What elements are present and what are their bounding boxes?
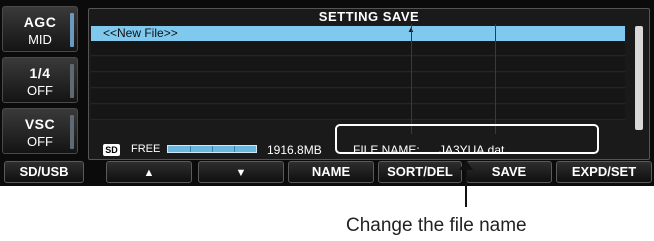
down-button[interactable]: ▼: [198, 161, 284, 183]
file-name-label: FILE NAME:: [353, 143, 420, 157]
file-row[interactable]: [91, 105, 625, 120]
agc-button[interactable]: AGC MID: [2, 6, 78, 52]
agc-value: MID: [28, 32, 52, 47]
capacity-bar: [167, 145, 257, 153]
file-row[interactable]: [91, 73, 625, 88]
free-space-value: 1916.8MB: [267, 143, 322, 157]
quarter-button[interactable]: 1/4 OFF: [2, 57, 78, 103]
expd-set-button[interactable]: EXPD/SET: [556, 161, 652, 183]
capacity-tick: [212, 146, 213, 152]
up-arrow-icon: ▲: [143, 167, 155, 179]
vsc-value: OFF: [27, 134, 53, 149]
sd-icon: SD: [103, 144, 120, 156]
up-button[interactable]: ▲: [106, 161, 192, 183]
free-label: FREE: [131, 143, 161, 155]
capacity-tick: [190, 146, 191, 152]
file-row-new[interactable]: <<New File>>: [91, 26, 625, 41]
column-divider: [411, 24, 412, 134]
agc-indicator: [70, 13, 74, 47]
callout-arrow-icon: [459, 160, 473, 170]
file-row[interactable]: [91, 57, 625, 72]
sd-usb-button[interactable]: SD/USB: [4, 161, 84, 183]
setting-save-panel: SETTING SAVE <<New File>> ▲ SD FREE 1916…: [88, 8, 650, 160]
save-button[interactable]: SAVE: [466, 161, 552, 183]
sort-del-button[interactable]: SORT/DEL: [378, 161, 462, 183]
quarter-value: OFF: [27, 83, 53, 98]
file-row[interactable]: [91, 41, 625, 56]
quarter-indicator: [70, 64, 74, 98]
callout-text: Change the file name: [346, 215, 527, 236]
new-file-label: <<New File>>: [103, 26, 178, 40]
capacity-tick: [234, 146, 235, 152]
name-button[interactable]: NAME: [288, 161, 374, 183]
vsc-button[interactable]: VSC OFF: [2, 108, 78, 154]
vsc-indicator: [70, 115, 74, 149]
column-divider: [495, 24, 496, 134]
panel-title: SETTING SAVE: [318, 9, 420, 24]
down-arrow-icon: ▼: [235, 167, 247, 179]
quarter-label: 1/4: [29, 65, 51, 81]
file-row[interactable]: [91, 89, 625, 104]
agc-label: AGC: [23, 14, 57, 30]
radio-display: AGC MID 1/4 OFF VSC OFF SETTING SAVE <<N…: [0, 0, 654, 186]
file-name-value: JA3YUA.dat: [439, 143, 505, 157]
vsc-label: VSC: [24, 116, 56, 132]
scrollbar[interactable]: [635, 26, 643, 130]
